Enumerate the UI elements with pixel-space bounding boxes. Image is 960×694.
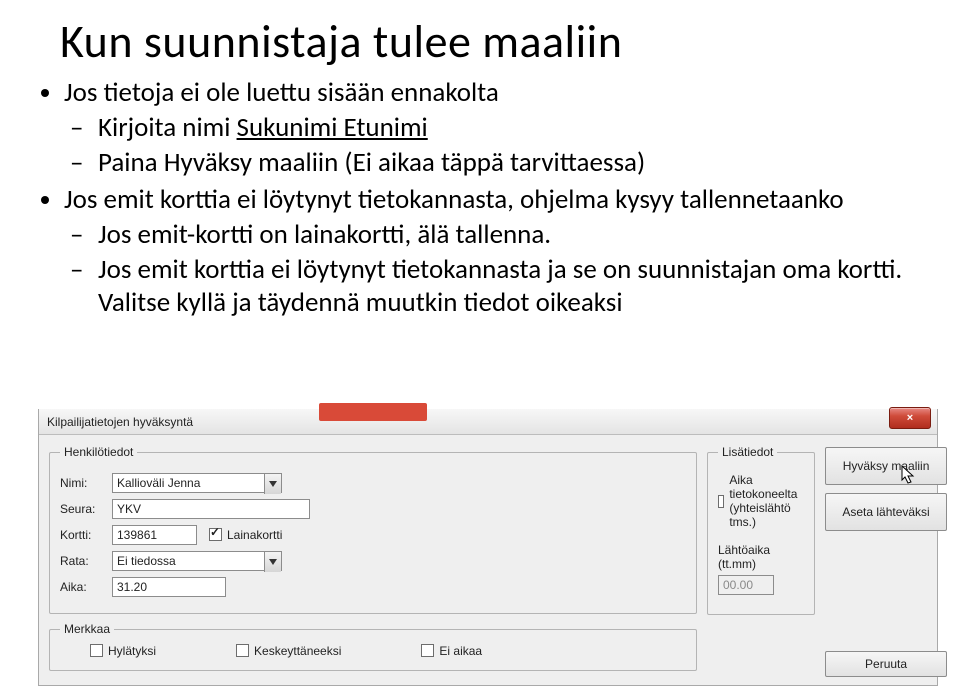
bullet-1-sub-1: Kirjoita nimi Sukunimi Etunimi bbox=[98, 111, 930, 144]
group-lisatiedot: Lisätiedot Aika tietokoneelta (yhteisläh… bbox=[707, 445, 815, 615]
hyvaksy-button-label: Hyväksy maaliin bbox=[843, 459, 930, 473]
lainakortti-label: Lainakortti bbox=[227, 528, 282, 542]
peruuta-button-label: Peruuta bbox=[865, 657, 907, 671]
dialog-window: Kilpailijatietojen hyväksyntä × Henkilöt… bbox=[38, 409, 938, 686]
label-nimi: Nimi: bbox=[60, 476, 112, 490]
bullet-2-text: Jos emit korttia ei löytynyt tietokannas… bbox=[64, 183, 844, 216]
aikatieto-label: Aika tietokoneelta (yhteislähtö tms.) bbox=[729, 473, 804, 529]
group-henkilotiedot: Henkilötiedot Nimi: Kallioväli Jenna Seu… bbox=[49, 445, 697, 614]
rata-value: Ei tiedossa bbox=[117, 552, 176, 570]
eiaikaa-label: Ei aikaa bbox=[439, 644, 482, 658]
rata-combobox[interactable]: Ei tiedossa bbox=[112, 551, 282, 571]
bullet-1-sub-1b: Sukunimi Etunimi bbox=[237, 111, 428, 144]
group-lisatiedot-legend: Lisätiedot bbox=[718, 445, 777, 459]
label-kortti: Kortti: bbox=[60, 528, 112, 542]
label-rata: Rata: bbox=[60, 554, 112, 568]
eiaikaa-checkbox-wrap[interactable]: Ei aikaa bbox=[421, 644, 482, 658]
slide-title: Kun suunnistaja tulee maaliin bbox=[60, 18, 930, 66]
nimi-combobox[interactable]: Kallioväli Jenna bbox=[112, 473, 282, 493]
hylatyksi-checkbox[interactable] bbox=[90, 644, 103, 657]
nimi-value: Kallioväli Jenna bbox=[117, 474, 200, 492]
hylatyksi-checkbox-wrap[interactable]: Hylätyksi bbox=[90, 644, 156, 658]
lainakortti-checkbox-wrap[interactable]: Lainakortti bbox=[209, 528, 282, 542]
seura-input[interactable]: YKV bbox=[112, 499, 310, 519]
keskeyt-label: Keskeyttäneeksi bbox=[254, 644, 341, 658]
close-icon: × bbox=[907, 412, 913, 424]
aika-value: 31.20 bbox=[117, 578, 147, 596]
rata-dropdown-button[interactable] bbox=[264, 552, 281, 572]
bullet-1-sub-2: Paina Hyväksy maaliin (Ei aikaa täppä ta… bbox=[98, 146, 930, 179]
label-seura: Seura: bbox=[60, 502, 112, 516]
bullet-1-text: Jos tietoja ei ole luettu sisään ennakol… bbox=[64, 76, 499, 109]
close-button[interactable]: × bbox=[889, 407, 931, 429]
label-aika: Aika: bbox=[60, 580, 112, 594]
nimi-dropdown-button[interactable] bbox=[264, 474, 281, 494]
aikatieto-checkbox-wrap[interactable]: Aika tietokoneelta (yhteislähtö tms.) bbox=[718, 473, 804, 529]
aika-input[interactable]: 31.20 bbox=[112, 577, 226, 597]
bullet-1: Jos tietoja ei ole luettu sisään ennakol… bbox=[64, 76, 930, 179]
keskeyt-checkbox[interactable] bbox=[236, 644, 249, 657]
hylatyksi-label: Hylätyksi bbox=[108, 644, 156, 658]
hyvaksy-button[interactable]: Hyväksy maaliin bbox=[825, 447, 947, 485]
chevron-down-icon bbox=[269, 481, 277, 487]
bullet-2-sub-1: Jos emit-kortti on lainakortti, älä tall… bbox=[98, 218, 930, 251]
bullet-1-sub-1a: Kirjoita nimi bbox=[98, 111, 237, 144]
lainakortti-checkbox[interactable] bbox=[209, 528, 222, 541]
peruuta-button[interactable]: Peruuta bbox=[825, 651, 947, 677]
group-henkilotiedot-legend: Henkilötiedot bbox=[60, 445, 137, 459]
aseta-button[interactable]: Aseta lähteväksi bbox=[825, 493, 947, 531]
background-tab bbox=[319, 403, 427, 421]
eiaikaa-checkbox[interactable] bbox=[421, 644, 434, 657]
dialog-title: Kilpailijatietojen hyväksyntä bbox=[47, 415, 193, 429]
label-lahtoaika: Lähtöaika (tt.mm) bbox=[718, 543, 804, 571]
dialog-titlebar[interactable]: Kilpailijatietojen hyväksyntä × bbox=[39, 409, 937, 435]
bullet-2-sub-2: Jos emit korttia ei löytynyt tietokannas… bbox=[98, 253, 930, 319]
lahtoaika-value: 00.00 bbox=[723, 576, 753, 594]
aseta-button-label: Aseta lähteväksi bbox=[842, 505, 929, 519]
kortti-value: 139861 bbox=[117, 526, 157, 544]
group-merkkaa-legend: Merkkaa bbox=[60, 622, 114, 636]
aikatieto-checkbox[interactable] bbox=[718, 495, 724, 508]
chevron-down-icon bbox=[269, 559, 277, 565]
lahtoaika-input: 00.00 bbox=[718, 575, 774, 595]
group-merkkaa: Merkkaa Hylätyksi Keskeyttäneeksi Ei aik… bbox=[49, 622, 697, 671]
bullet-2: Jos emit korttia ei löytynyt tietokannas… bbox=[64, 183, 930, 319]
keskeyt-checkbox-wrap[interactable]: Keskeyttäneeksi bbox=[236, 644, 341, 658]
kortti-input[interactable]: 139861 bbox=[112, 525, 197, 545]
bullet-list: Jos tietoja ei ole luettu sisään ennakol… bbox=[30, 76, 930, 319]
seura-value: YKV bbox=[117, 500, 141, 518]
